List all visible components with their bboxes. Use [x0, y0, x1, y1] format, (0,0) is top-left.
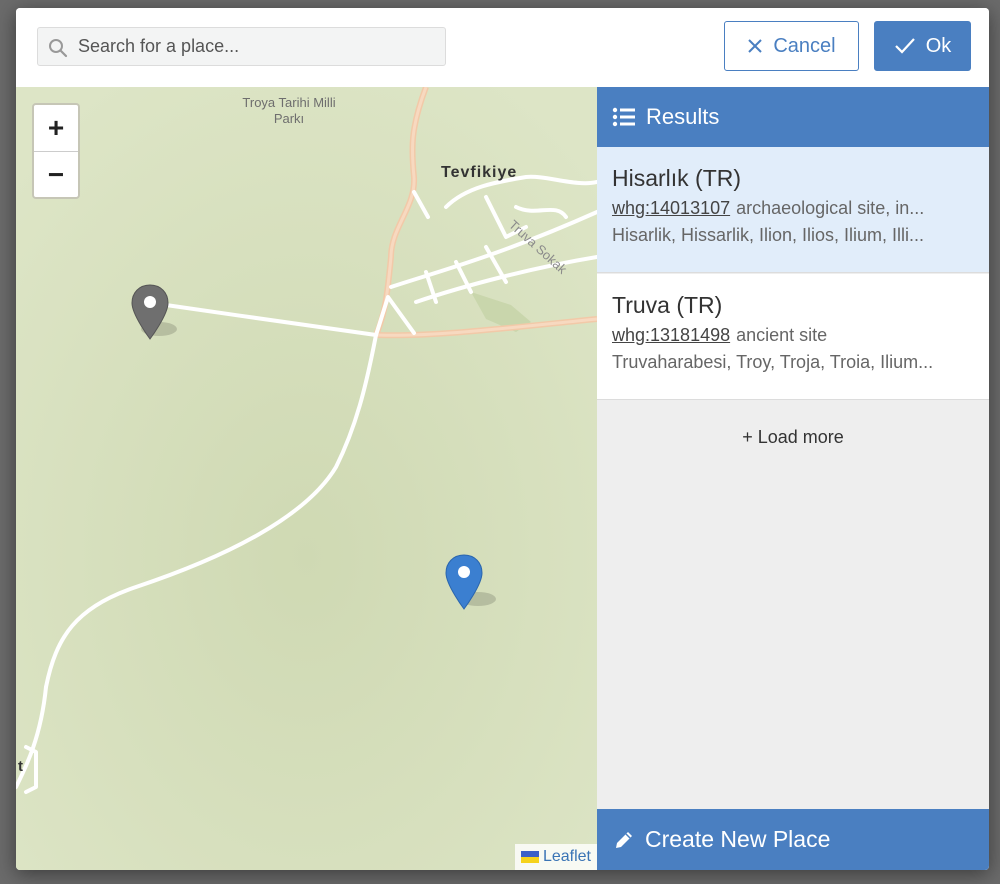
result-id-link[interactable]: whg:14013107 — [612, 198, 730, 218]
result-title: Hisarlık (TR) — [612, 165, 742, 191]
cancel-label: Cancel — [773, 34, 836, 57]
ok-button[interactable]: Ok — [874, 21, 971, 71]
zoom-out-button[interactable]: − — [34, 152, 78, 198]
map-tiles — [16, 87, 597, 870]
result-names: Hisarlik, Hissarlik, Ilion, Ilios, Ilium… — [612, 225, 925, 245]
cancel-button[interactable]: Cancel — [724, 21, 859, 71]
map-view[interactable]: Troya Tarihi Milli Parkı Tevfikiye Truva… — [16, 87, 597, 870]
result-item[interactable]: Hisarlık (TR) whg:14013107 archaeological… — [597, 147, 989, 273]
search-icon — [49, 39, 68, 58]
result-type: ancient site — [736, 325, 828, 345]
map-marker-grey-icon[interactable] — [129, 283, 189, 345]
map-label-park: Troya Tarihi Milli Parkı — [242, 95, 336, 126]
create-new-place-button[interactable]: Create New Place — [597, 809, 989, 870]
zoom-in-button[interactable]: + — [34, 105, 78, 152]
result-names: Truvaharabesi, Troy, Troja, Troia, Ilium… — [612, 352, 934, 372]
results-title: Results — [646, 104, 720, 129]
create-new-place-label: Create New Place — [645, 826, 831, 852]
result-title: Truva (TR) — [612, 292, 723, 318]
result-item[interactable]: Truva (TR) whg:13181498 ancient site Truv… — [597, 274, 989, 400]
close-icon — [748, 39, 763, 53]
ukraine-flag-icon — [520, 851, 539, 863]
zoom-control: + − — [32, 103, 80, 199]
load-more-button[interactable]: + Load more — [597, 427, 989, 448]
attribution-link[interactable]: Leaflet — [543, 848, 591, 866]
result-type: archaeological site, in... — [736, 198, 925, 218]
search-input[interactable] — [78, 28, 438, 65]
ok-label: Ok — [925, 34, 952, 57]
map-marker-blue-icon[interactable] — [444, 553, 504, 615]
map-label-town: Tevfikiye — [441, 164, 518, 181]
map-attribution[interactable]: Leaflet — [514, 844, 597, 870]
map-label-edge: t — [18, 758, 24, 775]
search-box[interactable] — [37, 27, 446, 66]
check-icon — [894, 38, 915, 54]
results-header: Results — [597, 87, 989, 147]
list-icon — [612, 107, 635, 127]
place-picker-dialog: Cancel Ok — [16, 8, 989, 870]
pencil-icon — [616, 831, 632, 848]
dialog-header: Cancel Ok — [16, 8, 989, 87]
result-id-link[interactable]: whg:13181498 — [612, 325, 730, 345]
results-panel: Results Hisarlık (TR) whg:14013107 archae… — [597, 87, 989, 870]
